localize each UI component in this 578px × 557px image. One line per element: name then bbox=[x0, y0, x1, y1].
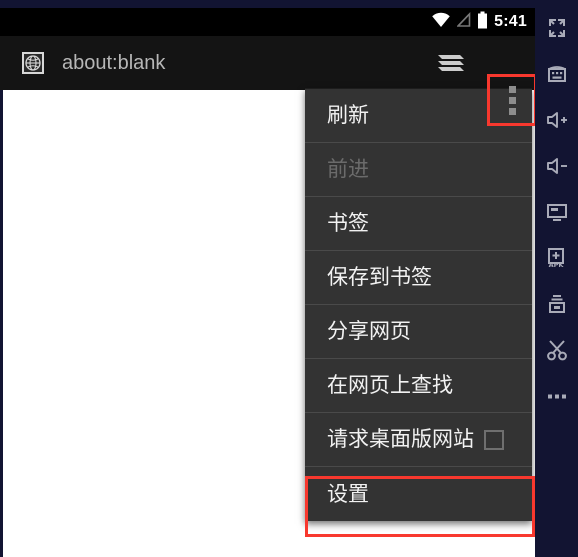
menu-item-settings[interactable]: 设置 bbox=[305, 467, 532, 521]
menu-item-bookmarks[interactable]: 书签 bbox=[305, 197, 532, 251]
desktop-site-checkbox[interactable] bbox=[484, 429, 504, 450]
scissors-icon[interactable] bbox=[535, 328, 578, 371]
overflow-dot bbox=[508, 96, 516, 104]
menu-item-label: 前进 bbox=[327, 157, 369, 181]
status-bar-icons: 5:41 bbox=[431, 8, 527, 36]
menu-item-label: 保存到书签 bbox=[327, 265, 432, 289]
keyboard-icon[interactable] bbox=[535, 52, 578, 95]
emulator-toolbar: APK bbox=[535, 0, 578, 557]
more-options-icon[interactable] bbox=[535, 374, 578, 417]
menu-item-request-desktop-site[interactable]: 请求桌面版网站 bbox=[305, 413, 532, 467]
phone-screen: 5:41 about:blank 刷新 前进 书签 保存到书签 分享网页 在网页… bbox=[0, 0, 535, 557]
status-bar-clock: 5:41 bbox=[494, 13, 527, 30]
menu-item-share-page[interactable]: 分享网页 bbox=[305, 305, 532, 359]
wifi-icon bbox=[431, 12, 451, 33]
volume-up-icon[interactable] bbox=[535, 98, 578, 141]
menu-item-find-in-page[interactable]: 在网页上查找 bbox=[305, 359, 532, 413]
volume-down-icon[interactable] bbox=[535, 144, 578, 187]
menu-item-forward[interactable]: 前进 bbox=[305, 143, 532, 197]
android-status-bar: 5:41 bbox=[0, 8, 535, 36]
overflow-dot bbox=[508, 107, 516, 115]
overflow-dot bbox=[508, 85, 516, 93]
svg-text:APK: APK bbox=[548, 261, 564, 269]
signal-off-icon bbox=[456, 11, 471, 33]
menu-item-label: 刷新 bbox=[327, 103, 369, 127]
menu-item-label: 分享网页 bbox=[327, 319, 411, 343]
menu-item-label: 设置 bbox=[327, 481, 369, 506]
menu-item-label: 请求桌面版网站 bbox=[327, 427, 474, 451]
top-navy-strip bbox=[0, 0, 535, 8]
install-apk-icon[interactable]: APK bbox=[535, 236, 578, 279]
display-icon[interactable] bbox=[535, 190, 578, 233]
menu-item-label: 在网页上查找 bbox=[327, 373, 453, 397]
browser-toolbar: about:blank bbox=[0, 36, 535, 126]
screen-root: 5:41 about:blank 刷新 前进 书签 保存到书签 分享网页 在网页… bbox=[0, 0, 578, 557]
menu-item-save-to-bookmarks[interactable]: 保存到书签 bbox=[305, 251, 532, 305]
tabs-stack-icon[interactable] bbox=[433, 48, 467, 78]
overflow-menu-button[interactable] bbox=[487, 74, 535, 126]
menu-item-label: 书签 bbox=[327, 211, 369, 235]
globe-icon bbox=[22, 52, 44, 74]
browser-overflow-menu: 刷新 前进 书签 保存到书签 分享网页 在网页上查找 请求桌面版网站 设置 bbox=[305, 88, 532, 521]
file-transfer-icon[interactable] bbox=[535, 282, 578, 325]
battery-icon bbox=[477, 11, 488, 34]
fullscreen-icon[interactable] bbox=[535, 6, 578, 49]
url-bar-text[interactable]: about:blank bbox=[62, 53, 165, 73]
